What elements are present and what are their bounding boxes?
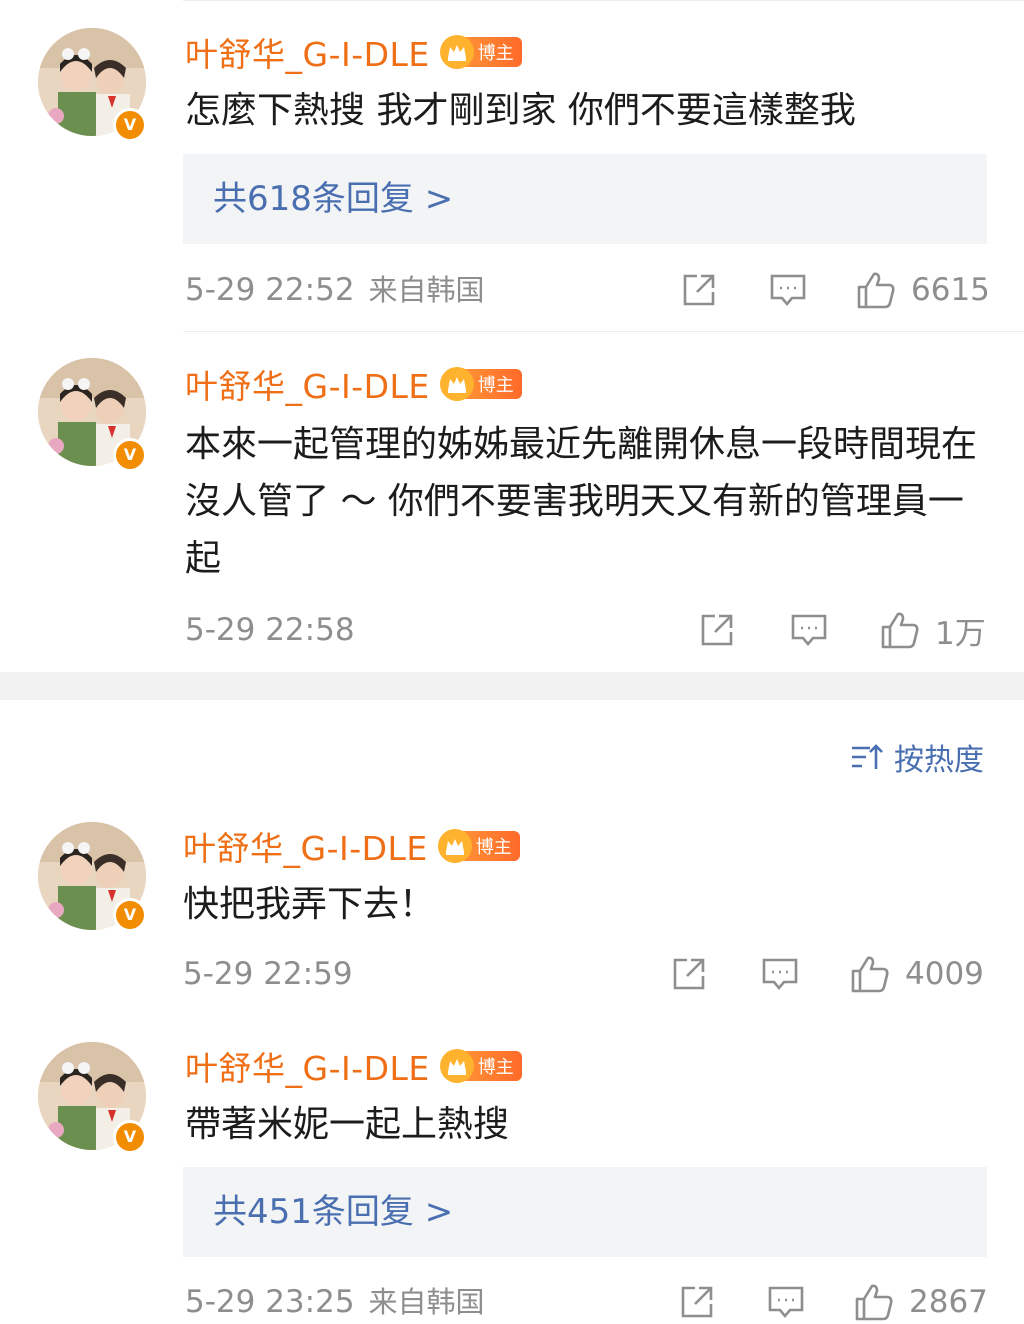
- comment-time: 5-29 22:58: [185, 608, 355, 652]
- verified-badge: V: [113, 898, 147, 932]
- sort-button[interactable]: 按热度: [850, 737, 984, 778]
- timestamp: 5-29 22:52: [185, 272, 355, 308]
- replies-label: 共451条回复 >: [213, 1192, 454, 1232]
- top-divider: [183, 0, 1024, 1]
- comment-time: 5-29 22:52 来自韩国: [185, 268, 485, 312]
- like-button[interactable]: 1万: [879, 610, 986, 652]
- username[interactable]: 叶舒华_G-I-DLE: [183, 822, 428, 870]
- like-icon: [857, 272, 895, 309]
- badge-label: 博主: [477, 1057, 514, 1078]
- like-count: 6615: [911, 272, 990, 308]
- username[interactable]: 叶舒华_G-I-DLE: [185, 360, 430, 408]
- share-icon[interactable]: [669, 954, 709, 994]
- like-count: 4009: [905, 956, 984, 992]
- comment-meta: 5-29 23:25 来自韩国 2867: [185, 1280, 988, 1324]
- comment-icon[interactable]: [766, 1282, 806, 1322]
- timestamp: 5-29 22:58: [185, 612, 355, 648]
- badge-label: 博主: [477, 375, 514, 396]
- comment-text: 快把我弄下去！: [183, 884, 436, 925]
- timestamp: 5-29 22:59: [183, 956, 353, 992]
- share-icon[interactable]: [697, 610, 737, 650]
- source-location: 来自韩国: [368, 273, 485, 307]
- comment-meta: 5-29 22:59 4009: [183, 952, 984, 996]
- comment-time: 5-29 22:59: [183, 952, 353, 996]
- like-button[interactable]: 2867: [853, 1282, 988, 1322]
- comment-meta: 5-29 22:52 来自韩国 6615: [185, 268, 990, 312]
- comment-icon[interactable]: [768, 270, 808, 310]
- comment-text: 帶著米妮一起上熱搜: [185, 1104, 510, 1145]
- verified-badge: V: [113, 438, 147, 472]
- section-divider: [0, 672, 1024, 700]
- comment-header: 叶舒华_G-I-DLE 博主: [185, 360, 522, 408]
- crown-icon: [437, 829, 472, 863]
- comment-header: 叶舒华_G-I-DLE 博主: [185, 1042, 522, 1090]
- comment-meta: 5-29 22:58 1万: [185, 608, 986, 652]
- verified-badge: V: [113, 108, 147, 142]
- comment-icon[interactable]: [789, 610, 829, 650]
- blogger-badge: 博主: [439, 1049, 522, 1083]
- comment-icon[interactable]: [760, 954, 800, 994]
- comment-text: 本來一起管理的姊姊最近先離開休息一段時間現在沒人管了 ～ 你們不要害我明天又有新…: [185, 424, 978, 579]
- like-icon: [881, 612, 919, 649]
- share-icon[interactable]: [677, 1282, 717, 1322]
- like-icon: [851, 956, 889, 993]
- username[interactable]: 叶舒华_G-I-DLE: [185, 1042, 430, 1090]
- like-count: 1万: [935, 615, 986, 652]
- timestamp: 5-29 23:25: [185, 1284, 355, 1320]
- crown-icon: [439, 35, 474, 69]
- badge-label: 博主: [477, 43, 514, 64]
- comment-header: 叶舒华_G-I-DLE 博主: [183, 822, 520, 870]
- like-button[interactable]: 4009: [849, 954, 984, 994]
- like-icon: [855, 1284, 893, 1321]
- comment-header: 叶舒华_G-I-DLE 博主: [185, 28, 522, 76]
- blogger-badge: 博主: [437, 829, 520, 863]
- crown-icon: [439, 367, 474, 401]
- sort-label: 按热度: [894, 743, 984, 778]
- username[interactable]: 叶舒华_G-I-DLE: [185, 28, 430, 76]
- comment-text: 怎麼下熱搜 我才剛到家 你們不要這樣整我: [185, 90, 856, 131]
- comment-time: 5-29 23:25 来自韩国: [185, 1280, 485, 1324]
- like-button[interactable]: 6615: [855, 270, 990, 310]
- like-count: 2867: [909, 1284, 988, 1320]
- blogger-badge: 博主: [439, 35, 522, 69]
- badge-label: 博主: [475, 837, 512, 858]
- replies-link[interactable]: 共618条回复 >: [183, 154, 987, 244]
- blogger-badge: 博主: [439, 367, 522, 401]
- source-location: 来自韩国: [368, 1285, 485, 1319]
- divider: [183, 331, 1024, 332]
- replies-label: 共618条回复 >: [213, 179, 454, 219]
- replies-link[interactable]: 共451条回复 >: [183, 1167, 987, 1257]
- verified-badge: V: [113, 1120, 147, 1154]
- share-icon[interactable]: [679, 270, 719, 310]
- crown-icon: [439, 1049, 474, 1083]
- sort-icon: [852, 744, 883, 769]
